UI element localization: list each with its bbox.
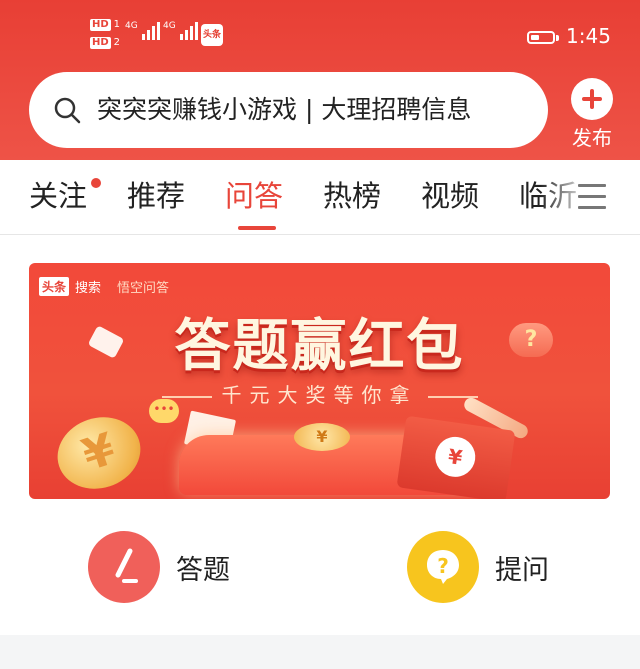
- envelope-coin-icon: ¥: [294, 423, 350, 451]
- toutiao-logo: 头条: [39, 277, 70, 296]
- tab-label: 推荐: [127, 179, 186, 213]
- search-logo-text: 搜索: [75, 281, 102, 296]
- ask-button[interactable]: ? 提问: [407, 531, 549, 603]
- network-type-2: 4G: [163, 21, 176, 31]
- ask-label: 提问: [495, 554, 549, 586]
- tab-label: 问答: [225, 179, 284, 213]
- pencil-icon: [88, 531, 160, 603]
- wukong-logo-text: 悟空问答: [117, 281, 170, 296]
- hamburger-icon[interactable]: [578, 184, 606, 209]
- tab-label: 视频: [421, 179, 480, 213]
- qa-actions: 答题 ? 提问: [0, 511, 640, 621]
- unread-dot: [91, 178, 102, 188]
- tab-recommend[interactable]: 推荐: [127, 176, 185, 216]
- tab-follow[interactable]: 关注: [29, 176, 102, 216]
- publish-label: 发布: [572, 126, 612, 150]
- tab-hot-list[interactable]: 热榜: [323, 176, 381, 216]
- banner-headline: 答题赢红包: [174, 314, 465, 379]
- clock: 1:45: [566, 24, 611, 48]
- svg-text:?: ?: [437, 554, 449, 578]
- status-bar: HD 1 HD 2 4G 4G 头条 1:45: [0, 0, 640, 70]
- ticket-coin-icon: ¥: [432, 434, 478, 480]
- question-bubble-icon: ?: [407, 531, 479, 603]
- sim2-index: 2: [113, 37, 121, 48]
- section-divider: [0, 635, 640, 669]
- plus-icon: [571, 78, 613, 120]
- battery-cap: [556, 35, 559, 41]
- tab-qa[interactable]: 问答: [225, 176, 284, 230]
- tab-label: 热榜: [323, 179, 382, 213]
- sim2-hd-badge: HD: [90, 37, 111, 49]
- active-tab-indicator: [238, 226, 276, 230]
- channel-tabs: 关注 推荐 问答 热榜 视频 临沂: [0, 160, 640, 235]
- tab-video[interactable]: 视频: [421, 176, 479, 216]
- chat-bubble-icon: •••: [149, 399, 179, 423]
- promo-banner[interactable]: 头条 搜索 悟空问答 ? 答题赢红包 千元大奖等你拿 ••• ¥ ¥ ¥: [29, 263, 610, 499]
- answer-label: 答题: [176, 554, 230, 586]
- search-bar[interactable]: 突突突赚钱小游戏 | 大理招聘信息: [29, 72, 548, 148]
- gold-coin-icon: ¥: [48, 406, 150, 499]
- red-ticket-icon: ¥: [396, 415, 516, 499]
- network-type-1: 4G: [125, 21, 138, 31]
- answer-button[interactable]: 答题: [88, 531, 230, 603]
- banner-logo: 头条 搜索 悟空问答: [39, 277, 169, 296]
- sim1-index: 1: [113, 19, 121, 30]
- signal-strength-1-icon: 4G: [125, 22, 160, 40]
- tab-label: 关注: [29, 179, 88, 213]
- sim1-hd-badge: HD: [90, 19, 111, 31]
- app-notification-icon: 头条: [201, 24, 223, 46]
- qa-content: 头条 搜索 悟空问答 ? 答题赢红包 千元大奖等你拿 ••• ¥ ¥ ¥ 答题: [0, 235, 640, 635]
- search-icon: [54, 97, 81, 124]
- battery-icon: [527, 31, 555, 44]
- signal-strength-2-icon: 4G: [163, 22, 198, 40]
- banner-subline: 千元大奖等你拿: [29, 379, 610, 408]
- publish-button[interactable]: 发布: [566, 78, 618, 150]
- search-suggestion-text[interactable]: 突突突赚钱小游戏 | 大理招聘信息: [97, 92, 537, 128]
- sim-indicators: HD 1 HD 2: [90, 18, 126, 54]
